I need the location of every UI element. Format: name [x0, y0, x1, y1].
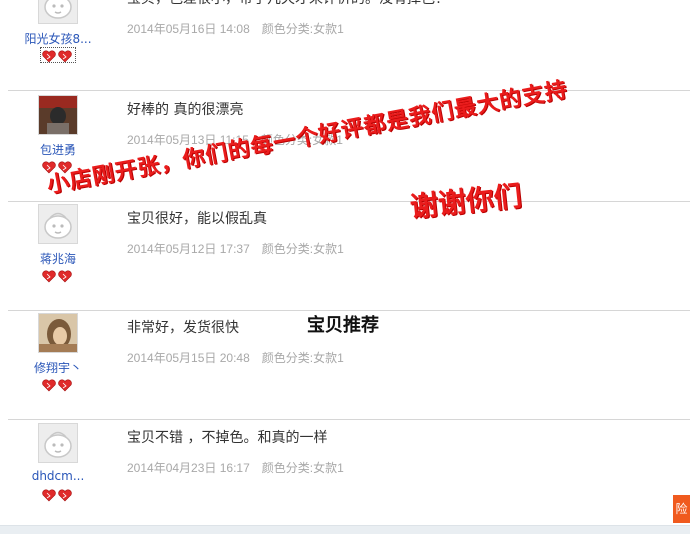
review-item: 包进勇 好棒的 真的很漂亮 2014年05月13日 11:15 颜色分类:女款1: [8, 93, 690, 202]
review-date: 2014年05月15日 20:48: [127, 351, 250, 365]
review-meta: 2014年05月13日 11:15 颜色分类:女款1: [127, 131, 343, 148]
review-sku-color: 颜色分类:女款1: [261, 351, 344, 365]
section-title-recommend: 宝贝推荐: [307, 315, 379, 336]
review-comment: 宝贝很好，能以假乱真: [127, 211, 267, 227]
buyer-credit-hearts-icon[interactable]: [41, 377, 75, 392]
review-meta: 2014年05月16日 14:08 颜色分类:女款1: [127, 20, 344, 37]
review-meta: 2014年05月15日 20:48 颜色分类:女款1: [127, 349, 344, 366]
user-avatar[interactable]: [38, 313, 78, 353]
review-date: 2014年05月16日 14:08: [127, 22, 250, 36]
user-avatar[interactable]: [38, 95, 78, 135]
review-meta: 2014年04月23日 16:17 颜色分类:女款1: [127, 459, 344, 476]
review-item: 蒋兆海 宝贝很好，能以假乱真 2014年05月12日 17:37 颜色分类:女款1: [8, 202, 690, 311]
review-item: dhdcm... 宝贝不错 ，不掉色。和真的一样 2014年04月23日 16:17…: [8, 421, 690, 530]
buyer-credit-hearts-icon[interactable]: [41, 268, 75, 283]
review-date: 2014年04月23日 16:17: [127, 461, 250, 475]
reviewer-name[interactable]: 修翔宇丶: [8, 359, 108, 376]
default-avatar-icon[interactable]: [38, 423, 78, 463]
default-avatar-icon[interactable]: [38, 0, 78, 24]
review-sku-color: 颜色分类:女款1: [261, 461, 344, 475]
review-sku-color: 颜色分类:女款1: [261, 242, 344, 256]
buyer-credit-hearts-icon[interactable]: [41, 487, 75, 502]
review-comment: 宝贝不错 ，不掉色。和真的一样: [127, 430, 328, 446]
review-sku-color: 颜色分类:女款1: [260, 133, 343, 147]
review-date: 2014年05月12日 17:37: [127, 242, 250, 256]
reviewer-name[interactable]: 阳光女孩8...: [8, 30, 108, 47]
review-item: 阳光女孩8... 宝贝，色差很小，带了几天才来评价的。没有掉色！ 2014年05月1…: [8, 0, 690, 91]
review-sku-color: 颜色分类:女款1: [261, 22, 344, 36]
side-float-button[interactable]: 险: [673, 495, 690, 523]
reviewer-name[interactable]: 蒋兆海: [8, 250, 108, 267]
review-date: 2014年05月13日 11:15: [127, 133, 249, 147]
default-avatar-icon[interactable]: [38, 204, 78, 244]
review-comment: 宝贝，色差很小，带了几天才来评价的。没有掉色！: [127, 0, 449, 8]
reviewer-name[interactable]: dhdcm...: [8, 469, 108, 483]
review-comment: 好棒的 真的很漂亮: [127, 102, 244, 118]
review-comment: 非常好，发货很快: [127, 320, 239, 336]
buyer-credit-hearts-icon[interactable]: [40, 47, 76, 63]
buyer-credit-hearts-icon[interactable]: [41, 159, 75, 174]
review-meta: 2014年05月12日 17:37 颜色分类:女款1: [127, 240, 344, 257]
reviewer-name[interactable]: 包进勇: [8, 141, 108, 158]
